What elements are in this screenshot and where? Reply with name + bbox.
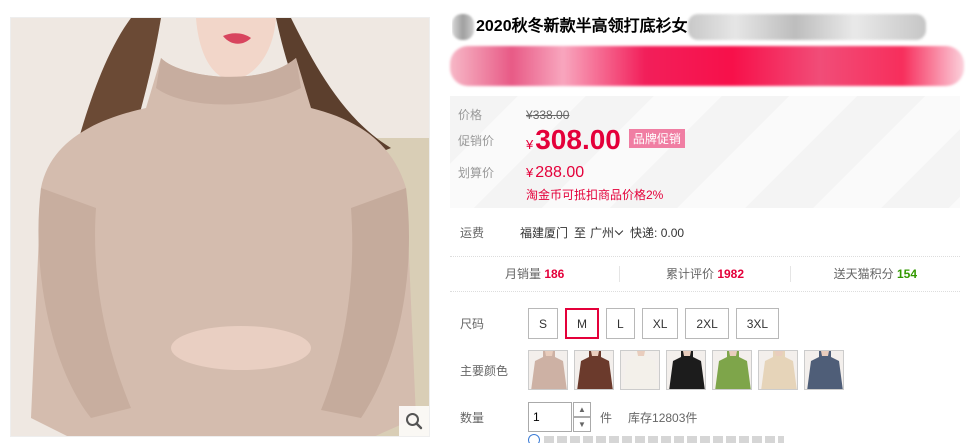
color-swatch[interactable]: [804, 350, 844, 390]
express-fee: 快递: 0.00: [630, 226, 685, 240]
shipping-row: 运费 福建厦门 至 广州 快递: 0.00: [460, 224, 684, 241]
size-options: S M L XL 2XL 3XL: [528, 308, 780, 339]
quantity-unit: 件: [600, 410, 613, 425]
size-selector: 尺码 S M L XL 2XL 3XL: [460, 308, 780, 339]
original-price-value: 338.00: [532, 108, 570, 122]
calc-price-value: 288.00: [535, 164, 585, 181]
product-main-image[interactable]: [10, 17, 430, 437]
decrease-button[interactable]: ▼: [573, 417, 591, 432]
promo-price: ¥308.00: [526, 124, 621, 156]
stat-label: 累计评价: [665, 267, 714, 281]
size-option[interactable]: 3XL: [735, 308, 780, 339]
stat-value: 1982: [717, 267, 745, 281]
shipping-label: 运费: [460, 226, 485, 240]
calc-price-row: 划算价 ¥288.00: [458, 164, 584, 182]
currency-symbol: ¥: [526, 137, 534, 152]
increase-button[interactable]: ▲: [573, 402, 591, 417]
quantity-input[interactable]: [528, 402, 572, 432]
size-option-selected[interactable]: M: [565, 308, 600, 339]
ship-to-city-select[interactable]: 广州: [590, 224, 626, 241]
original-price: ¥338.00: [526, 108, 569, 122]
color-swatch[interactable]: [666, 350, 706, 390]
size-option[interactable]: L: [606, 308, 635, 339]
currency-symbol: ¥: [526, 108, 533, 122]
blurred-promo-banner: [450, 46, 964, 86]
size-option[interactable]: 2XL: [685, 308, 729, 339]
coin-deduction-note: 淘金币可抵扣商品价格2%: [526, 188, 664, 202]
ship-to-city: 广州: [590, 226, 615, 240]
sales-stats: 月销量 186 累计评价 1982 送天猫积分 154: [450, 256, 960, 292]
stat-value: 186: [544, 267, 565, 281]
color-swatches: [528, 350, 844, 390]
calc-price: ¥288.00: [526, 164, 584, 182]
size-option[interactable]: S: [528, 308, 559, 339]
original-price-row: 价格 ¥338.00: [458, 106, 569, 123]
product-title: 2020秋冬新款半高领打底衫女: [452, 12, 938, 42]
size-option[interactable]: XL: [641, 308, 679, 339]
info-icon: [528, 434, 540, 443]
color-swatch[interactable]: [620, 350, 660, 390]
calc-price-label: 划算价: [458, 166, 495, 180]
quantity-row: 数量 ▲ ▼ 件 库存12803件: [460, 402, 697, 432]
color-swatch[interactable]: [758, 350, 798, 390]
cut-off-row: [528, 434, 808, 443]
cut-off-text: [544, 436, 784, 443]
stock-count: 库存12803件: [628, 410, 698, 425]
product-photo: [11, 18, 429, 436]
color-label: 主要颜色: [460, 363, 509, 378]
stat-value: 154: [896, 267, 918, 281]
total-reviews[interactable]: 累计评价 1982: [620, 266, 791, 282]
promo-price-row: 促销价 ¥308.00 品牌促销: [458, 124, 685, 156]
tmall-points: 送天猫积分 154: [791, 266, 960, 282]
color-selector: 主要颜色: [460, 350, 844, 390]
chevron-down-icon: [614, 226, 624, 236]
quantity-label: 数量: [460, 410, 485, 425]
price-panel: 价格 ¥338.00 促销价 ¥308.00 品牌促销 划算价 ¥288.00 …: [450, 96, 960, 208]
magnifier-icon: [406, 413, 423, 430]
color-swatch[interactable]: [712, 350, 752, 390]
blurred-title-suffix: [687, 13, 926, 40]
quantity-stepper: ▲ ▼: [573, 402, 591, 432]
ship-to-word: 至: [574, 226, 587, 240]
original-price-label: 价格: [458, 108, 483, 122]
product-title-text: 2020秋冬新款半高领打底衫女: [476, 18, 688, 35]
chevron-up-icon: ▲: [578, 405, 586, 414]
size-label: 尺码: [460, 317, 485, 331]
stat-label: 月销量: [504, 267, 541, 281]
promo-price-label: 促销价: [458, 133, 495, 148]
blurred-shop-prefix: [452, 13, 474, 40]
brand-promo-tag: 品牌促销: [628, 128, 685, 148]
ship-from: 福建厦门: [520, 226, 569, 240]
color-swatch[interactable]: [574, 350, 614, 390]
currency-symbol: ¥: [526, 165, 534, 180]
stat-label: 送天猫积分: [833, 267, 894, 281]
monthly-sales: 月销量 186: [450, 266, 621, 282]
zoom-button[interactable]: [399, 406, 429, 436]
promo-price-value: 308.00: [535, 124, 621, 155]
chevron-down-icon: ▼: [578, 420, 586, 429]
color-swatch[interactable]: [528, 350, 568, 390]
